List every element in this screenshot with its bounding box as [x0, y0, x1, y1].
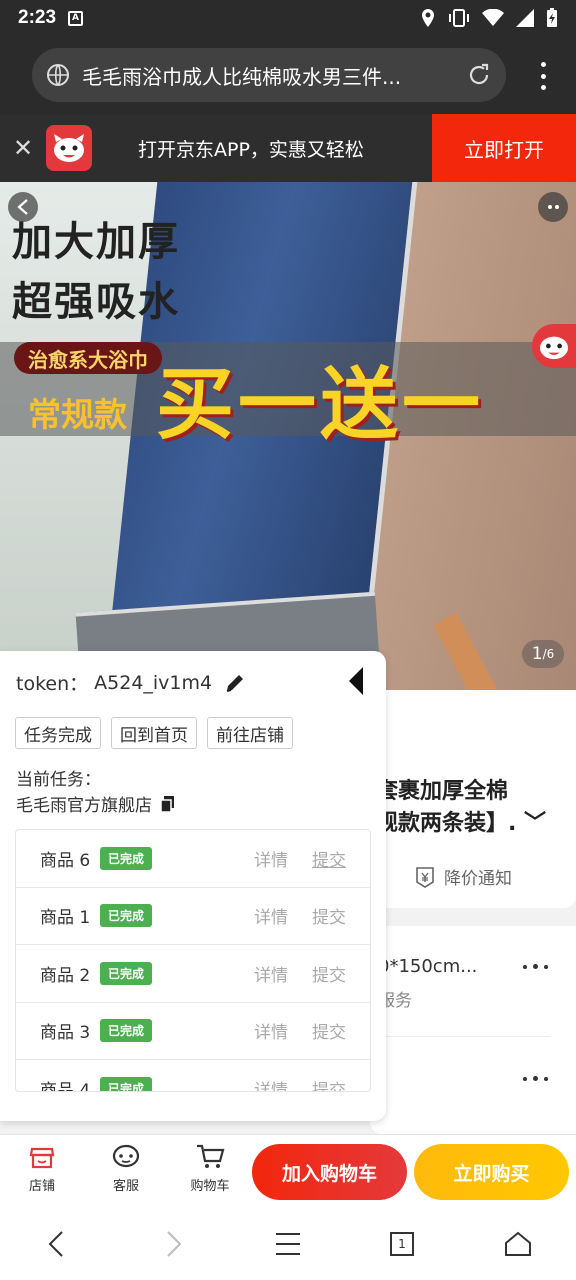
spec-selection[interactable]: 0*150cm...	[378, 956, 477, 977]
spec-card: 0*150cm... 服务	[370, 926, 576, 1134]
submit-link[interactable]: 提交	[312, 1076, 346, 1091]
chevron-down-icon[interactable]: ﹀	[516, 811, 546, 836]
price-alert-button[interactable]: 降价通知	[414, 864, 512, 889]
store-nav[interactable]: 店铺	[12, 1143, 72, 1194]
more-icon[interactable]	[523, 1076, 548, 1081]
banner-text: 打开京东APP，实惠又轻松	[138, 138, 364, 161]
status-badge: 已完成	[100, 1076, 153, 1091]
address-bar[interactable]: 毛毛雨浴巾成人比纯棉吸水男三件...	[32, 48, 506, 102]
token-value: A524_iv1m4	[94, 671, 213, 694]
submit-link[interactable]: 提交	[312, 903, 346, 928]
goto-store-button[interactable]: 前往店铺	[207, 717, 293, 749]
chat-icon	[112, 1144, 140, 1168]
hero-tag: 治愈系大浴巾	[14, 342, 162, 374]
list-item: 商品 2 已完成 详情 提交	[16, 945, 370, 1003]
status-badge: 已完成	[100, 1019, 153, 1043]
detail-link[interactable]: 详情	[254, 1076, 288, 1091]
hero-normal-label: 常规款	[28, 395, 127, 434]
pencil-icon[interactable]	[224, 672, 246, 694]
copy-icon[interactable]	[158, 794, 178, 814]
url-text[interactable]: 毛毛雨浴巾成人比纯棉吸水男三件...	[82, 61, 466, 90]
list-item: 商品 1 已完成 详情 提交	[16, 888, 370, 945]
home-button[interactable]: 回到首页	[111, 717, 197, 749]
back-icon[interactable]	[8, 192, 38, 222]
task-complete-button[interactable]: 任务完成	[15, 717, 101, 749]
status-badge: 已完成	[100, 961, 153, 985]
signal-icon	[516, 9, 534, 27]
detail-link[interactable]: 详情	[254, 846, 288, 871]
nav-home-icon[interactable]	[502, 1228, 534, 1260]
buy-now-button[interactable]: 立即购买	[414, 1144, 569, 1200]
wifi-icon	[482, 9, 504, 26]
nav-back-icon[interactable]	[40, 1228, 72, 1260]
task-panel: token： A524_iv1m4 任务完成 回到首页 前往店铺 当前任务： 毛…	[0, 651, 386, 1121]
hero-line-2: 超强吸水	[12, 279, 180, 325]
hero-headline: 加大加厚 超强吸水	[12, 212, 180, 332]
bottom-action-bar: 店铺 客服 购物车 加入购物车 立即购买	[0, 1134, 576, 1206]
current-task-label: 当前任务：	[16, 770, 101, 790]
battery-icon	[547, 8, 557, 27]
service-nav[interactable]: 客服	[96, 1143, 156, 1194]
nav-menu-icon[interactable]	[272, 1228, 304, 1260]
status-badge: 已完成	[100, 846, 153, 870]
add-to-cart-button[interactable]: 加入购物车	[252, 1144, 407, 1200]
browser-toolbar: 毛毛雨浴巾成人比纯棉吸水男三件...	[0, 36, 576, 114]
detail-link[interactable]: 详情	[254, 1018, 288, 1043]
submit-link[interactable]: 提交	[312, 1018, 346, 1043]
product-info-card: 套裹加厚全棉 规款两条装】. ﹀ 降价通知	[370, 690, 576, 908]
shop-name: 毛毛雨官方旗舰店	[16, 796, 152, 816]
list-item: 商品 3 已完成 详情 提交	[16, 1003, 370, 1060]
submit-link[interactable]: 提交	[312, 961, 346, 986]
globe-icon	[47, 64, 69, 86]
submit-link[interactable]: 提交	[312, 846, 346, 871]
shop-row: 毛毛雨官方旗舰店	[16, 791, 178, 816]
more-icon[interactable]	[538, 192, 568, 222]
accessibility-icon: A	[68, 10, 84, 26]
store-icon	[29, 1147, 55, 1169]
jd-float-icon[interactable]	[532, 324, 576, 368]
status-time: 2:23	[18, 7, 57, 28]
list-item: 商品 4 已完成 详情 提交	[16, 1060, 370, 1091]
cart-icon	[197, 1144, 225, 1168]
app-download-banner: ✕ 打开京东APP，实惠又轻松 立即打开	[0, 114, 576, 182]
price-tag-icon	[416, 866, 434, 888]
collapse-icon[interactable]	[348, 667, 364, 695]
panel-buttons: 任务完成 回到首页 前往店铺	[15, 717, 293, 749]
tabs-icon[interactable]: 1	[386, 1228, 418, 1260]
product-task-list[interactable]: 商品 6 已完成 详情 提交 商品 1 已完成 详情 提交 商品 2 已完成 详…	[15, 829, 371, 1092]
more-icon[interactable]	[523, 964, 548, 969]
hero-promo: 买一送一	[156, 360, 485, 450]
vibrate-icon	[449, 9, 469, 27]
browser-menu-icon[interactable]	[538, 62, 548, 90]
hero-line-1: 加大加厚	[12, 219, 180, 265]
jd-logo-icon	[46, 125, 92, 171]
detail-link[interactable]: 详情	[254, 903, 288, 928]
nav-forward-icon[interactable]	[158, 1228, 190, 1260]
product-title[interactable]: 套裹加厚全棉 规款两条装】. ﹀	[376, 776, 576, 840]
token-row: token： A524_iv1m4	[16, 669, 246, 696]
product-image-carousel[interactable]: 加大加厚 超强吸水 治愈系大浴巾 常规款 买一送一 1/6	[0, 182, 576, 690]
reload-icon[interactable]	[466, 62, 492, 88]
image-counter: 1/6	[522, 640, 564, 668]
list-item: 商品 6 已完成 详情 提交	[16, 830, 370, 888]
system-navigation-bar: 1	[0, 1206, 576, 1280]
cart-nav[interactable]: 购物车	[180, 1143, 240, 1194]
location-icon	[422, 9, 434, 27]
close-icon[interactable]: ✕	[0, 134, 46, 162]
detail-link[interactable]: 详情	[254, 961, 288, 986]
status-bar: 2:23 A	[0, 0, 576, 36]
open-app-button[interactable]: 立即打开	[432, 114, 576, 182]
status-badge: 已完成	[100, 904, 153, 928]
